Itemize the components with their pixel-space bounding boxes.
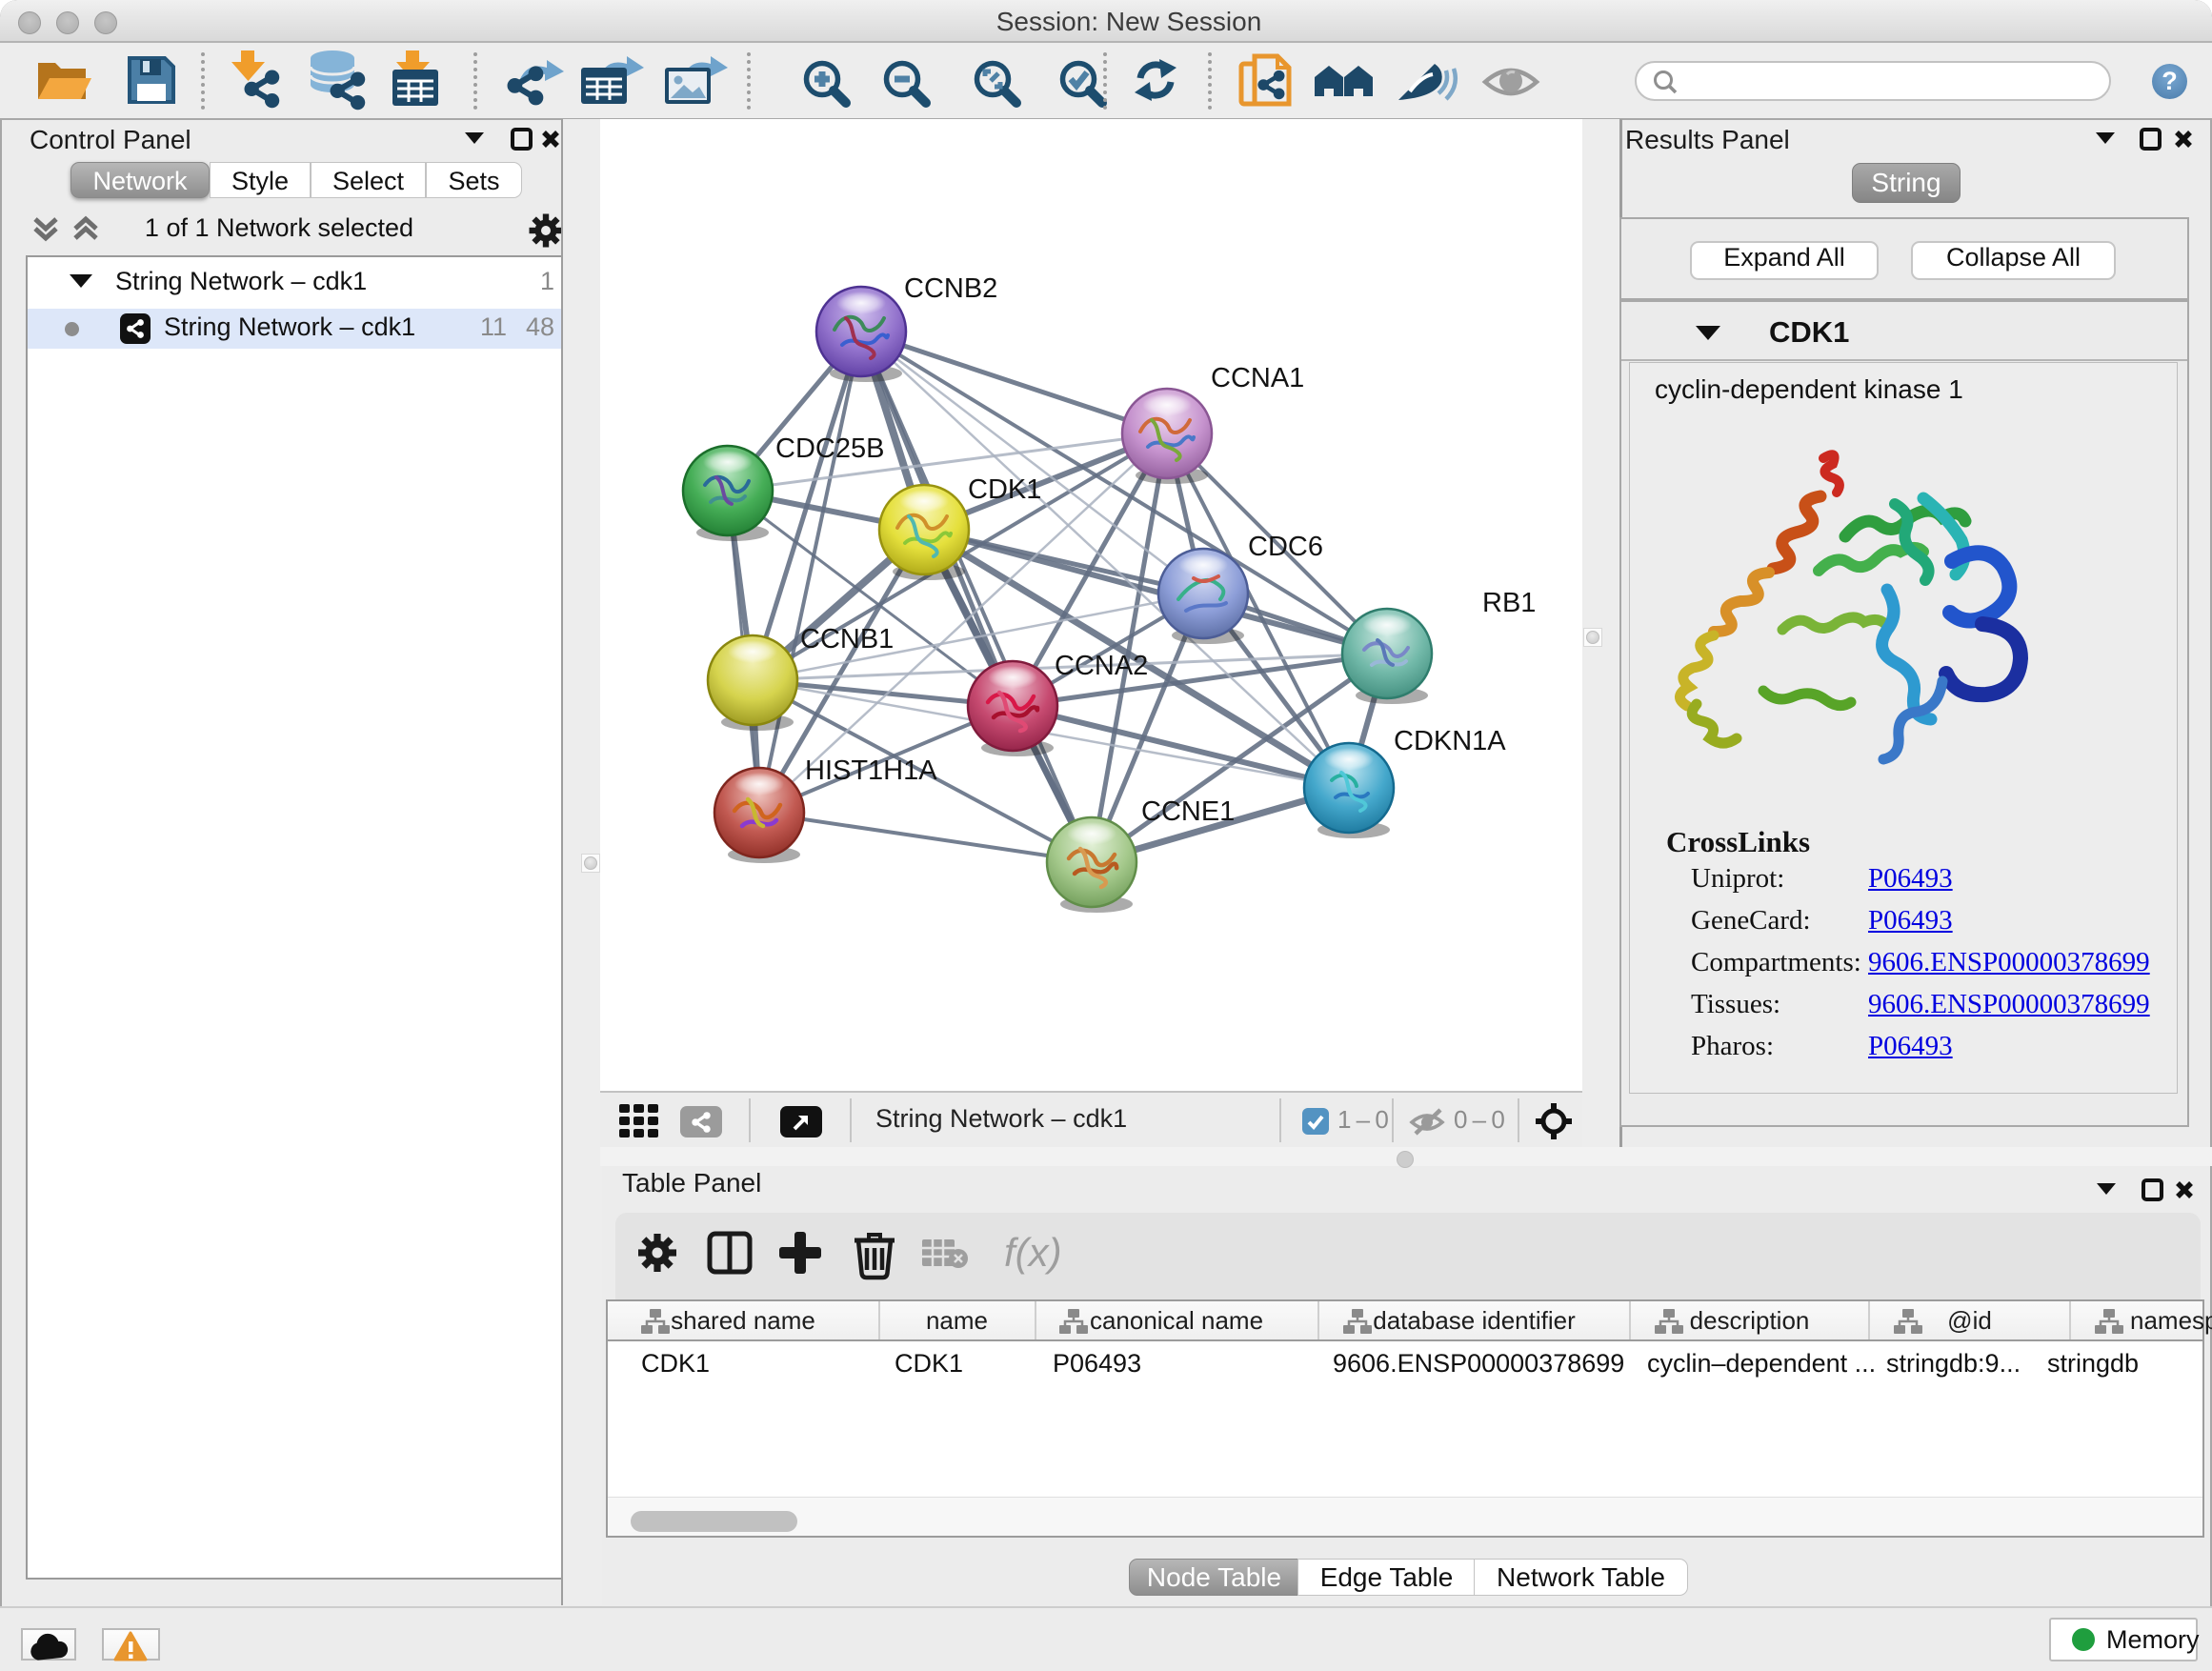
svg-text:CDC6: CDC6 (1248, 532, 1323, 562)
svg-text:CDK1: CDK1 (968, 474, 1041, 505)
svg-text:CDKN1A: CDKN1A (1394, 726, 1506, 756)
svg-text:RB1: RB1 (1482, 588, 1536, 618)
svg-text:CCNB2: CCNB2 (904, 273, 997, 304)
svg-text:CCNA1: CCNA1 (1211, 363, 1304, 393)
svg-text:HIST1H1A: HIST1H1A (805, 755, 937, 786)
svg-text:f(x): f(x) (1004, 1230, 1062, 1275)
svg-text:CCNA2: CCNA2 (1055, 651, 1148, 681)
svg-text:CCNB1: CCNB1 (800, 624, 894, 654)
svg-text:CDC25B: CDC25B (775, 433, 884, 464)
svg-text:CCNE1: CCNE1 (1141, 796, 1235, 827)
